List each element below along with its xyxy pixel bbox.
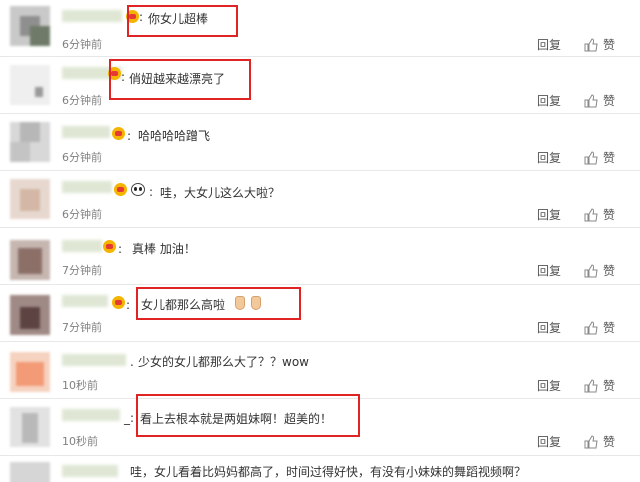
colon: :	[149, 185, 154, 199]
comment-time: 6分钟前	[62, 38, 102, 51]
username[interactable]	[62, 10, 122, 22]
comment-item: : 你女儿超棒 6分钟前 回复 赞	[0, 0, 640, 57]
comment-item: : 哈哈哈哈蹭飞 6分钟前 回复 赞	[0, 114, 640, 171]
vip-badge-icon	[114, 183, 127, 196]
like-button[interactable]: 赞	[603, 208, 615, 222]
username[interactable]	[62, 295, 108, 307]
avatar[interactable]	[10, 295, 50, 335]
comment-item: : 哇，大女儿这么大啦？ 6分钟前 回复 赞	[0, 171, 640, 228]
comment-list: : 你女儿超棒 6分钟前 回复 赞 : 俏妞越来越漂亮了 6分钟前 回复 赞 :	[0, 0, 640, 482]
comment-text: 少女的女儿都那么大了？？wow	[138, 355, 309, 369]
comment-item: . 少女的女儿都那么大了？？wow 10秒前 回复 赞	[0, 342, 640, 399]
highlight-box	[136, 394, 360, 437]
comment-item: 哇，女儿看着比妈妈都高了，时间过得好快，有没有小妹妹的舞蹈视频啊？	[0, 456, 640, 482]
colon: .	[130, 355, 134, 369]
avatar[interactable]	[10, 6, 50, 46]
reply-button[interactable]: 回复	[537, 321, 561, 335]
vip-badge-icon	[112, 127, 125, 140]
like-button[interactable]: 赞	[603, 151, 615, 165]
vip-badge-icon	[112, 296, 125, 309]
comment-text: 哇，大女儿这么大啦？	[160, 186, 281, 200]
reply-button[interactable]: 回复	[537, 94, 561, 108]
thumbs-up-icon[interactable]	[584, 321, 598, 335]
thumbs-up-icon[interactable]	[584, 435, 598, 449]
avatar[interactable]	[10, 462, 50, 482]
comment-time: 7分钟前	[62, 264, 102, 277]
username[interactable]	[62, 181, 112, 193]
reply-button[interactable]: 回复	[537, 38, 561, 52]
like-button[interactable]: 赞	[603, 94, 615, 108]
comment-text: 哈哈哈哈蹭飞	[138, 129, 211, 143]
colon: _:	[124, 411, 135, 425]
like-button[interactable]: 赞	[603, 379, 615, 393]
avatar[interactable]	[10, 179, 50, 219]
avatar[interactable]	[10, 407, 50, 447]
comment-item: : 俏妞越来越漂亮了 6分钟前 回复 赞	[0, 57, 640, 114]
panda-emoji-icon	[131, 183, 145, 196]
thumbs-up-icon[interactable]	[584, 264, 598, 278]
comment-time: 10秒前	[62, 379, 98, 392]
like-button[interactable]: 赞	[603, 435, 615, 449]
avatar[interactable]	[10, 65, 50, 105]
reply-button[interactable]: 回复	[537, 435, 561, 449]
avatar[interactable]	[10, 352, 50, 392]
colon: :	[127, 129, 132, 143]
username[interactable]	[62, 465, 118, 477]
colon: :	[118, 242, 123, 256]
like-button[interactable]: 赞	[603, 264, 615, 278]
avatar[interactable]	[10, 240, 50, 280]
thumbs-up-icon[interactable]	[584, 38, 598, 52]
username[interactable]	[62, 354, 126, 366]
username[interactable]	[62, 240, 102, 252]
thumbs-up-icon[interactable]	[584, 208, 598, 222]
comment-item: : 女儿都那么高啦 7分钟前 回复 赞	[0, 285, 640, 342]
comment-text: 真棒 加油！	[132, 242, 196, 256]
avatar[interactable]	[10, 122, 50, 162]
like-button[interactable]: 赞	[603, 38, 615, 52]
username[interactable]	[62, 126, 110, 138]
comment-time: 10秒前	[62, 435, 98, 448]
comment-time: 6分钟前	[62, 151, 102, 164]
reply-button[interactable]: 回复	[537, 264, 561, 278]
thumbs-up-icon[interactable]	[584, 94, 598, 108]
highlight-box	[136, 287, 301, 320]
thumbs-up-icon[interactable]	[584, 379, 598, 393]
comment-time: 6分钟前	[62, 208, 102, 221]
reply-button[interactable]: 回复	[537, 208, 561, 222]
highlight-box	[109, 59, 251, 100]
comment-text: 哇，女儿看着比妈妈都高了，时间过得好快，有没有小妹妹的舞蹈视频啊？	[130, 465, 527, 479]
comment-time: 7分钟前	[62, 321, 102, 334]
highlight-box	[127, 5, 238, 37]
comment-item: : 真棒 加油！ 7分钟前 回复 赞	[0, 228, 640, 285]
like-button[interactable]: 赞	[603, 321, 615, 335]
username[interactable]	[62, 409, 120, 421]
reply-button[interactable]: 回复	[537, 379, 561, 393]
thumbs-up-icon[interactable]	[584, 151, 598, 165]
comment-time: 6分钟前	[62, 94, 102, 107]
colon: :	[126, 298, 131, 312]
vip-badge-icon	[103, 240, 116, 253]
reply-button[interactable]: 回复	[537, 151, 561, 165]
comment-item: _: 看上去根本就是两姐妹啊！超美的！ 10秒前 回复 赞	[0, 394, 640, 456]
